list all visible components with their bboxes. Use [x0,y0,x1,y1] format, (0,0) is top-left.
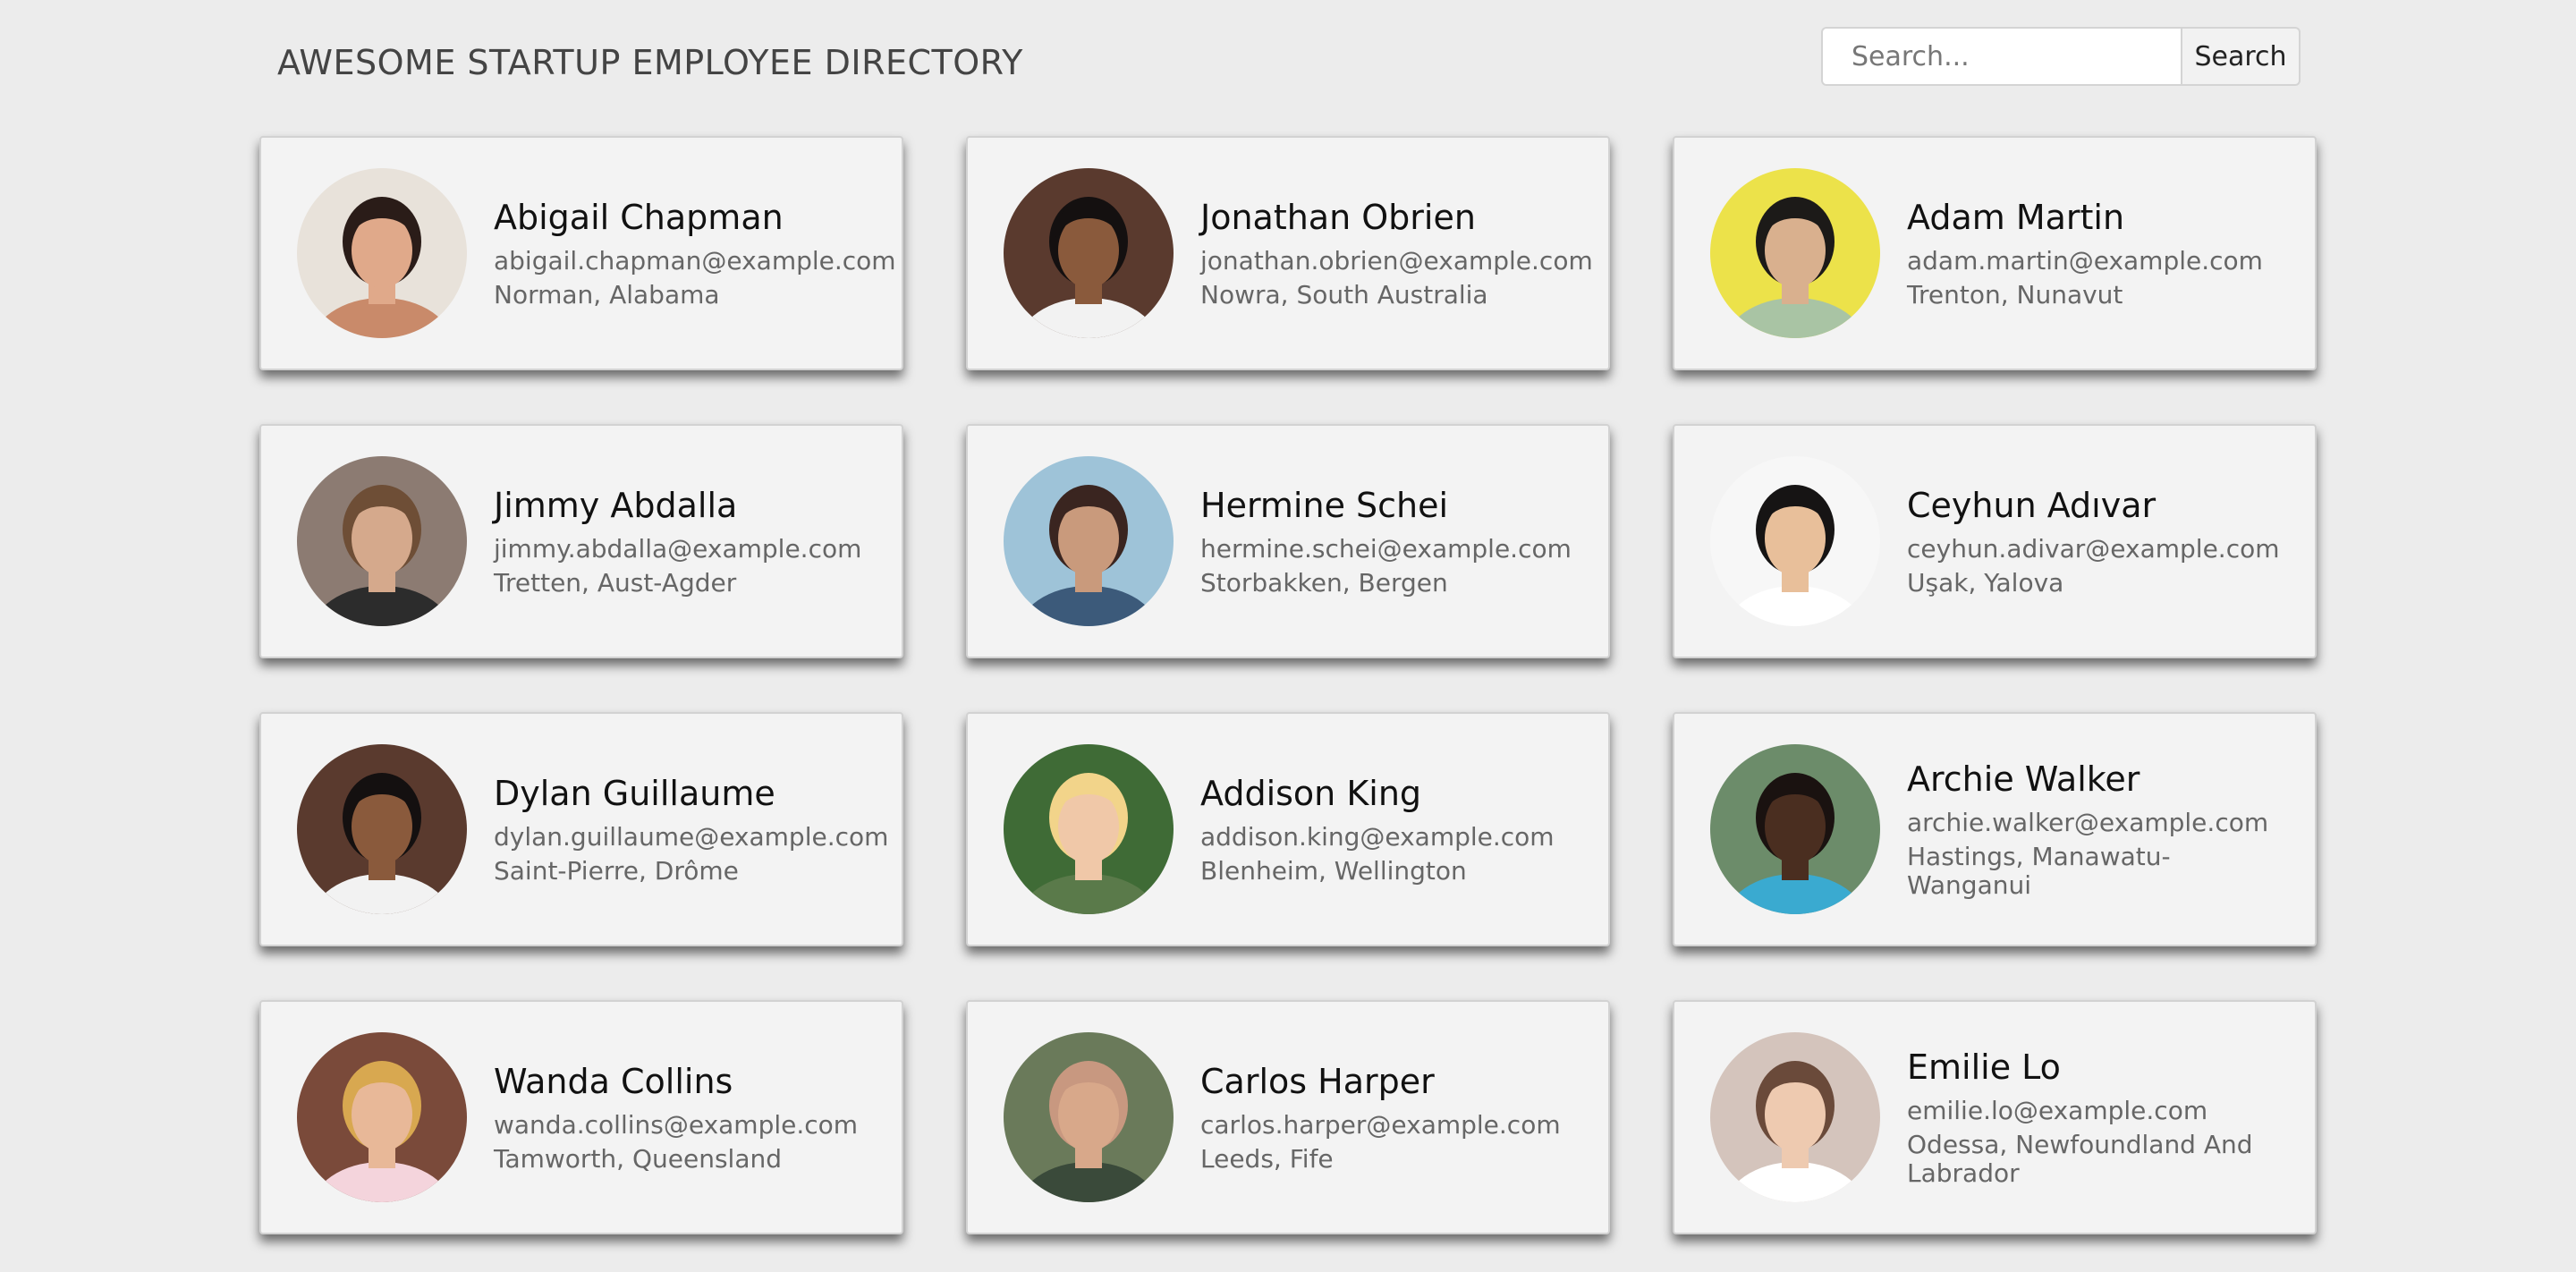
employee-email: ceyhun.adivar@example.com [1907,533,2280,564]
employee-location: Storbakken, Bergen [1200,567,1448,598]
employee-location: Blenheim, Wellington [1200,855,1467,886]
employee-location: Tretten, Aust-Agder [494,567,737,598]
employee-name: Hermine Schei [1200,485,1449,525]
employee-email: carlos.harper@example.com [1200,1109,1561,1140]
employee-name: Emilie Lo [1907,1047,2061,1087]
employee-name: Abigail Chapman [494,197,784,237]
employee-email: emilie.lo@example.com [1907,1095,2208,1125]
employee-avatar [1004,744,1174,914]
employee-name: Archie Walker [1907,759,2140,799]
employee-location: Odessa, Newfoundland And Labrador [1907,1129,2253,1188]
employee-avatar [297,456,467,626]
employee-card[interactable]: Hermine Schei hermine.schei@example.com … [966,424,1610,658]
employee-card[interactable]: Jimmy Abdalla jimmy.abdalla@example.com … [259,424,903,658]
employee-card[interactable]: Ceyhun Adıvar ceyhun.adivar@example.com … [1673,424,2317,658]
search-input[interactable] [1821,27,2182,86]
employee-location: Nowra, South Australia [1200,279,1488,310]
employee-location: Uşak, Yalova [1907,567,2064,598]
employee-info: Carlos Harper carlos.harper@example.com … [1200,1062,1561,1174]
search-form: Search [1821,27,2301,86]
employee-card[interactable]: Wanda Collins wanda.collins@example.com … [259,1000,903,1234]
employee-info: Hermine Schei hermine.schei@example.com … [1200,486,1572,598]
employee-email: dylan.guillaume@example.com [494,821,889,852]
employee-email: jimmy.abdalla@example.com [494,533,862,564]
employee-name: Dylan Guillaume [494,773,775,813]
employee-name: Ceyhun Adıvar [1907,485,2157,525]
employee-avatar [297,168,467,338]
employee-gallery: Abigail Chapman abigail.chapman@example.… [259,136,2317,1234]
employee-name: Jimmy Abdalla [494,485,738,525]
employee-location: Hastings, Manawatu-Wanganui [1907,841,2171,900]
employee-avatar [297,744,467,914]
employee-avatar [1710,744,1880,914]
employee-name: Addison King [1200,773,1422,813]
employee-name: Carlos Harper [1200,1061,1435,1101]
employee-avatar [1004,456,1174,626]
employee-avatar [1710,1032,1880,1202]
employee-avatar [1710,456,1880,626]
employee-info: Jonathan Obrien jonathan.obrien@example.… [1200,198,1593,310]
employee-avatar [1004,1032,1174,1202]
employee-name: Wanda Collins [494,1061,733,1101]
employee-avatar [1710,168,1880,338]
employee-card[interactable]: Archie Walker archie.walker@example.com … [1673,712,2317,946]
employee-info: Adam Martin adam.martin@example.com Tren… [1907,198,2263,310]
page-title: AWESOME STARTUP EMPLOYEE DIRECTORY [277,43,1023,82]
employee-info: Ceyhun Adıvar ceyhun.adivar@example.com … [1907,486,2280,598]
employee-email: hermine.schei@example.com [1200,533,1572,564]
employee-avatar [297,1032,467,1202]
employee-email: jonathan.obrien@example.com [1200,245,1593,276]
employee-info: Addison King addison.king@example.com Bl… [1200,774,1555,886]
employee-card[interactable]: Carlos Harper carlos.harper@example.com … [966,1000,1610,1234]
employee-card[interactable]: Adam Martin adam.martin@example.com Tren… [1673,136,2317,370]
employee-email: adam.martin@example.com [1907,245,2263,276]
employee-name: Jonathan Obrien [1200,197,1476,237]
search-button[interactable]: Search [2182,27,2301,86]
employee-location: Norman, Alabama [494,279,720,310]
employee-location: Leeds, Fife [1200,1143,1334,1174]
employee-location: Trenton, Nunavut [1907,279,2123,310]
employee-avatar [1004,168,1174,338]
employee-info: Jimmy Abdalla jimmy.abdalla@example.com … [494,486,861,598]
employee-info: Abigail Chapman abigail.chapman@example.… [494,198,896,310]
employee-card[interactable]: Dylan Guillaume dylan.guillaume@example.… [259,712,903,946]
page-header: AWESOME STARTUP EMPLOYEE DIRECTORY Searc… [0,0,2576,125]
employee-info: Dylan Guillaume dylan.guillaume@example.… [494,774,888,886]
employee-email: archie.walker@example.com [1907,807,2269,837]
employee-email: wanda.collins@example.com [494,1109,859,1140]
employee-info: Emilie Lo emilie.lo@example.com Odessa, … [1907,1047,2283,1188]
employee-email: abigail.chapman@example.com [494,245,896,276]
employee-location: Tamworth, Queensland [494,1143,782,1174]
employee-card[interactable]: Addison King addison.king@example.com Bl… [966,712,1610,946]
employee-location: Saint-Pierre, Drôme [494,855,739,886]
employee-email: addison.king@example.com [1200,821,1555,852]
employee-card[interactable]: Jonathan Obrien jonathan.obrien@example.… [966,136,1610,370]
employee-name: Adam Martin [1907,197,2125,237]
employee-info: Archie Walker archie.walker@example.com … [1907,759,2283,900]
employee-card[interactable]: Abigail Chapman abigail.chapman@example.… [259,136,903,370]
employee-info: Wanda Collins wanda.collins@example.com … [494,1062,858,1174]
employee-card[interactable]: Emilie Lo emilie.lo@example.com Odessa, … [1673,1000,2317,1234]
